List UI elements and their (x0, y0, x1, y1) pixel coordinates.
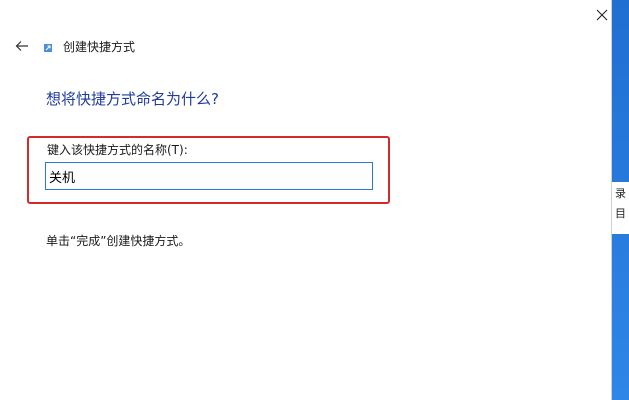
page-heading: 想将快捷方式命名为什么? (46, 90, 219, 108)
close-icon (596, 9, 608, 21)
background-window-edge: 录 目 (612, 182, 629, 234)
close-button[interactable] (592, 5, 612, 25)
finish-hint: 单击“完成”创建快捷方式。 (46, 234, 191, 248)
background-glyph: 录 (615, 187, 626, 200)
shortcut-name-label: 键入该快捷方式的名称(T): (47, 143, 188, 157)
dialog-title: 创建快捷方式 (63, 40, 136, 54)
back-arrow-icon (15, 41, 28, 51)
create-shortcut-dialog: 创建快捷方式 想将快捷方式命名为什么? 键入该快捷方式的名称(T): 单击“完成… (0, 0, 612, 400)
shortcut-name-input[interactable] (45, 162, 373, 190)
back-button[interactable] (12, 36, 32, 56)
desktop-background-strip: 录 目 (612, 0, 629, 400)
shortcut-icon (44, 44, 52, 52)
background-glyph: 目 (615, 207, 626, 220)
